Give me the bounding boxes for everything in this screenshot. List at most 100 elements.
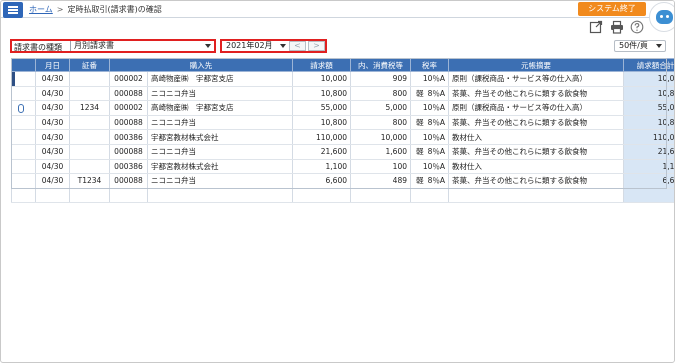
row-tax-rate: 10％A	[410, 100, 449, 116]
row-tax: 5,000	[350, 100, 411, 116]
month-select[interactable]: 2021年02月	[224, 41, 288, 51]
chevron-down-icon	[656, 44, 662, 48]
table-row[interactable]: 04/30000386宇都宮教材株式会社1,10010010％A教材仕入1,10…	[11, 159, 674, 175]
row-marker	[11, 115, 36, 131]
row-selected-indicator	[12, 72, 15, 86]
page-title: 定時払取引(請求書)の確認	[67, 5, 162, 14]
breadcrumb: ホーム > 定時払取引(請求書)の確認	[29, 4, 162, 15]
row-amount: 110,000	[292, 129, 351, 145]
row-tax-rate: 軽 8％A	[410, 86, 449, 102]
row-tax: 800	[350, 115, 411, 131]
help-question-icon[interactable]	[630, 20, 644, 34]
row-vendor-name: ニコニコ弁当	[147, 115, 293, 131]
table-row[interactable]: 04/30 000088 ニコニコ弁当 10,800 800 軽 8％A 茶菓、弁当その他これ…	[11, 86, 674, 102]
chevron-down-icon	[280, 44, 286, 48]
row-vendor-code: 000088	[109, 173, 148, 189]
empty-cell	[448, 188, 624, 204]
column-header-summary[interactable]: 元帳摘要	[448, 58, 624, 72]
column-header-rate[interactable]: 税率	[410, 58, 449, 72]
row-total: 21,600	[623, 144, 674, 160]
row-voucher: T1234	[69, 173, 110, 189]
empty-cell	[69, 188, 110, 204]
column-header-voucher[interactable]: 証番	[69, 58, 110, 72]
row-date: 04/30	[35, 173, 70, 189]
empty-cell	[109, 188, 148, 204]
table-row[interactable]: 04/30 000386 宇都宮教材株式会社 110,000 10,000 10％A 教材仕…	[11, 129, 674, 145]
column-header-amount[interactable]: 請求額	[292, 58, 351, 72]
row-tax: 800	[350, 86, 411, 102]
row-total: 55,000	[623, 100, 674, 116]
printer-icon[interactable]	[610, 20, 624, 34]
external-link-icon[interactable]	[589, 20, 603, 34]
row-total: 110,000	[623, 129, 674, 145]
previous-month-button[interactable]: <	[289, 41, 306, 51]
table-row[interactable]: 04/30 1234 000002 高崎物産㈱ 宇都宮支店 55,000 5,000 10％…	[11, 100, 674, 116]
row-tax: 909	[350, 71, 411, 87]
invoice-type-select[interactable]: 月別請求書	[70, 41, 214, 51]
mascot-avatar-icon[interactable]	[649, 2, 674, 32]
tax-rate-value: 8％A	[427, 88, 445, 98]
row-marker	[11, 173, 36, 189]
transactions-table: 月日 証番 購入先 請求額 内、消費税等 税率 元帳摘要 請求額合計 04/30…	[11, 58, 674, 204]
row-date: 04/30	[35, 100, 70, 116]
next-month-button[interactable]: >	[308, 41, 325, 51]
table-row[interactable]: 04/30 000088 ニコニコ弁当 10,800 800 軽 8％A 茶菓、弁当その他これ…	[11, 115, 674, 131]
column-header-tax[interactable]: 内、消費税等	[350, 58, 411, 72]
row-marker	[11, 71, 36, 87]
table-row[interactable]: 04/30 T1234 000088 ニコニコ弁当 6,600 489 軽 8％A 茶菓、弁当そ…	[11, 173, 674, 189]
table-row[interactable]: 04/30 000088 ニコニコ弁当 21,600 1,600 軽 8％A 茶菓、弁当その他…	[11, 144, 674, 160]
row-date: 04/30	[35, 129, 70, 145]
empty-cell	[147, 188, 293, 204]
breadcrumb-separator: >	[56, 5, 64, 14]
row-amount: 10,800	[292, 86, 351, 102]
row-summary: 茶菓、弁当その他これらに類する飲食物	[448, 144, 624, 160]
tax-rate-value: 10％A	[422, 161, 445, 171]
row-summary: 茶菓、弁当その他これらに類する飲食物	[448, 86, 624, 102]
row-tax: 1,600	[350, 144, 411, 160]
column-header-vendor[interactable]: 購入先	[109, 58, 293, 72]
column-header-date[interactable]: 月日	[35, 58, 70, 72]
row-vendor-code: 000386	[109, 159, 148, 175]
row-summary: 原則（課税商品・サービス等の仕入高）	[448, 71, 624, 87]
row-voucher	[69, 86, 110, 102]
row-voucher	[69, 115, 110, 131]
row-marker	[11, 159, 36, 175]
hamburger-menu-icon[interactable]	[3, 2, 23, 18]
empty-cell	[11, 188, 36, 204]
row-tax-rate: 軽 8％A	[410, 173, 449, 189]
top-bar: ホーム > 定時払取引(請求書)の確認 システム終了	[1, 1, 674, 18]
row-date: 04/30	[35, 144, 70, 160]
row-vendor-code: 000088	[109, 115, 148, 131]
row-tax-rate: 10％A	[410, 71, 449, 87]
row-voucher	[69, 159, 110, 175]
row-vendor-name: 宇都宮教材株式会社	[147, 129, 293, 145]
row-summary: 茶菓、弁当その他これらに類する飲食物	[448, 115, 624, 131]
table-row[interactable]: 04/30 000002 高崎物産㈱ 宇都宮支店 10,000 909 10％A 原則（課税…	[11, 71, 674, 87]
row-voucher	[69, 71, 110, 87]
row-vendor-code: 000002	[109, 100, 148, 116]
row-total: 1,100	[623, 159, 674, 175]
row-summary: 茶菓、弁当その他これらに類する飲食物	[448, 173, 624, 189]
system-exit-button[interactable]: システム終了	[578, 2, 646, 16]
row-tax-rate: 10％A	[410, 129, 449, 145]
app-window: ホーム > 定時払取引(請求書)の確認 システム終了 請求書の種類 月別請求書 20…	[0, 0, 675, 363]
reduced-rate-mark: 軽	[416, 88, 424, 98]
table-header-row: 月日 証番 購入先 請求額 内、消費税等 税率 元帳摘要 請求額合計	[11, 58, 674, 72]
row-vendor-name: ニコニコ弁当	[147, 86, 293, 102]
column-header-total[interactable]: 請求額合計	[623, 58, 674, 72]
empty-cell	[292, 188, 351, 204]
row-marker	[11, 144, 36, 160]
tax-rate-value: 8％A	[427, 147, 445, 157]
empty-cell	[350, 188, 411, 204]
row-date: 04/30	[35, 71, 70, 87]
attachment-clip-icon[interactable]	[18, 104, 24, 114]
invoice-type-filter: 請求書の種類 月別請求書	[10, 39, 216, 53]
per-page-select[interactable]: 50件/頁	[614, 40, 666, 52]
breadcrumb-home-link[interactable]: ホーム	[29, 5, 53, 14]
row-tax-rate: 軽 8％A	[410, 144, 449, 160]
invoice-type-value: 月別請求書	[74, 41, 114, 50]
row-vendor-name: ニコニコ弁当	[147, 144, 293, 160]
row-vendor-name: 高崎物産㈱ 宇都宮支店	[147, 100, 293, 116]
row-vendor-code: 000386	[109, 129, 148, 145]
row-marker	[11, 129, 36, 145]
